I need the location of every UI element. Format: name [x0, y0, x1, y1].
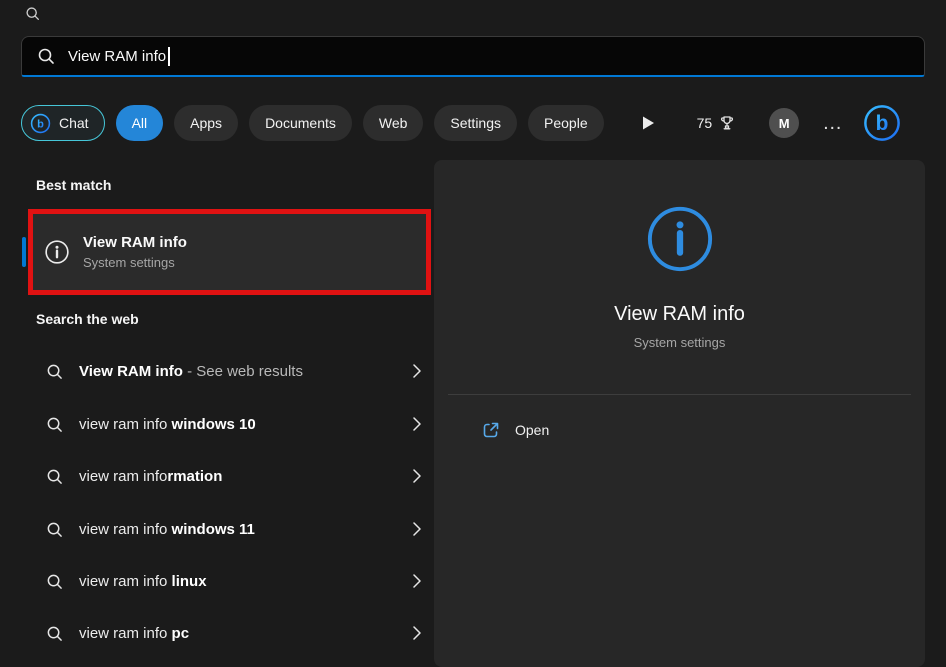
bing-chat-button[interactable]: b	[863, 104, 901, 142]
suggestion-text: view ram info windows 11	[79, 521, 255, 538]
divider	[448, 394, 911, 395]
rewards-points: 75	[697, 115, 713, 131]
preview-pane: View RAM info System settings Open	[434, 160, 925, 667]
search-icon	[46, 573, 63, 590]
tab-label: Chat	[59, 115, 89, 131]
play-button[interactable]	[641, 115, 655, 131]
search-filter-tabs: b Chat All Apps Documents Web Settings P…	[21, 104, 925, 142]
web-suggestion[interactable]: view ram info windows 10	[21, 398, 433, 450]
svg-text:b: b	[876, 112, 889, 135]
web-suggestion[interactable]: View RAM info - See web results	[21, 345, 433, 397]
search-icon	[37, 47, 55, 65]
search-icon	[46, 468, 63, 485]
tab-label: Documents	[265, 115, 336, 131]
open-button[interactable]: Open	[482, 412, 549, 448]
tab-web[interactable]: Web	[363, 105, 424, 141]
search-icon	[46, 625, 63, 642]
text-caret	[168, 47, 170, 66]
avatar-initial: M	[779, 116, 790, 131]
preview-subtitle: System settings	[634, 335, 726, 350]
best-match-subtitle: System settings	[83, 255, 187, 270]
search-input[interactable]: View RAM info	[68, 48, 166, 65]
more-options-button[interactable]: …	[822, 108, 842, 138]
best-match-text: View RAM info System settings	[83, 234, 187, 270]
suggestion-text: view ram info linux	[79, 573, 207, 590]
svg-text:b: b	[37, 118, 44, 130]
tab-settings[interactable]: Settings	[434, 105, 517, 141]
best-match-heading: Best match	[36, 177, 111, 193]
search-icon	[46, 521, 63, 538]
search-the-web-heading: Search the web	[36, 311, 139, 327]
tab-documents[interactable]: Documents	[249, 105, 352, 141]
best-match-result[interactable]: View RAM info System settings	[28, 209, 431, 295]
rewards-icon	[719, 115, 735, 131]
open-label: Open	[515, 422, 549, 438]
web-suggestion[interactable]: view ram information	[21, 450, 433, 502]
tab-label: All	[132, 115, 148, 131]
info-icon	[44, 239, 70, 265]
chevron-right-icon[interactable]	[413, 522, 421, 536]
chevron-right-icon[interactable]	[413, 626, 421, 640]
info-icon	[645, 204, 715, 274]
chevron-right-icon[interactable]	[413, 417, 421, 431]
web-suggestion[interactable]: view ram info pc	[21, 607, 433, 659]
search-bar[interactable]: View RAM info	[21, 36, 925, 77]
tab-chat[interactable]: b Chat	[21, 105, 105, 141]
suggestion-text: View RAM info - See web results	[79, 363, 303, 380]
tab-label: People	[544, 115, 588, 131]
rewards-button[interactable]: 75	[697, 115, 736, 131]
search-icon	[46, 416, 63, 433]
web-suggestion[interactable]: view ram info windows 11	[21, 503, 433, 555]
tab-apps[interactable]: Apps	[174, 105, 238, 141]
suggestion-text: view ram info windows 10	[79, 416, 256, 433]
account-avatar[interactable]: M	[769, 108, 799, 138]
tab-label: Settings	[450, 115, 501, 131]
tab-people[interactable]: People	[528, 105, 604, 141]
preview-title: View RAM info	[614, 303, 745, 326]
chevron-right-icon[interactable]	[413, 469, 421, 483]
selection-indicator	[22, 237, 26, 267]
chevron-right-icon[interactable]	[413, 574, 421, 588]
bing-chat-icon: b	[30, 113, 51, 134]
suggestion-text: view ram info pc	[79, 625, 189, 642]
web-suggestion[interactable]: view ram info linux	[21, 555, 433, 607]
best-match-title: View RAM info	[83, 234, 187, 251]
chevron-right-icon[interactable]	[413, 364, 421, 378]
suggestion-text: view ram information	[79, 468, 222, 485]
tab-label: Web	[379, 115, 408, 131]
tab-all[interactable]: All	[116, 105, 164, 141]
ellipsis-icon: …	[822, 112, 842, 135]
search-icon[interactable]	[25, 6, 40, 21]
tab-label: Apps	[190, 115, 222, 131]
open-external-icon	[482, 421, 500, 439]
search-icon	[46, 363, 63, 380]
